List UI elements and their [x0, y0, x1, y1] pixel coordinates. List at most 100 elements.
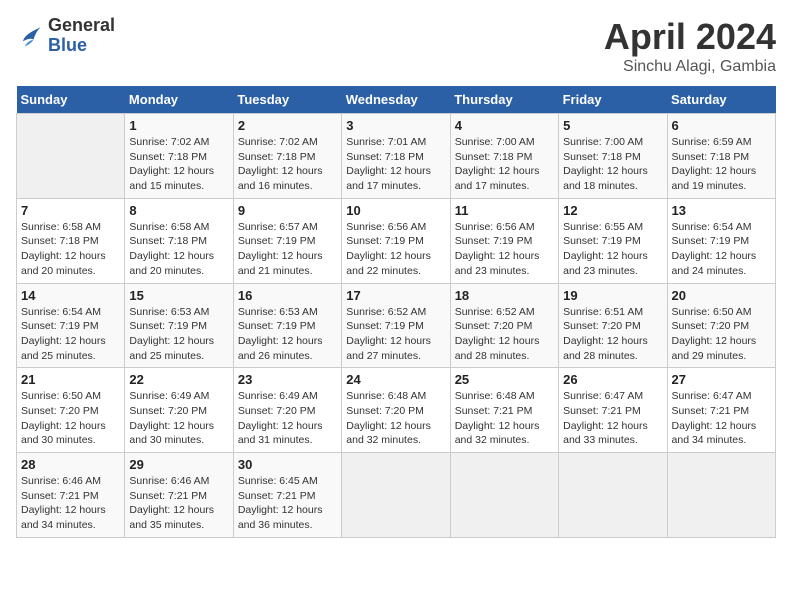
day-of-week-header: Saturday	[667, 86, 775, 114]
calendar-cell: 14Sunrise: 6:54 AMSunset: 7:19 PMDayligh…	[17, 283, 125, 368]
daylight-text: Daylight: 12 hours	[563, 249, 662, 264]
sunset-text: Sunset: 7:18 PM	[238, 150, 337, 165]
day-of-week-header: Friday	[559, 86, 667, 114]
day-detail: Sunrise: 6:55 AMSunset: 7:19 PMDaylight:…	[563, 220, 662, 279]
daylight-text: Daylight: 12 hours	[672, 164, 771, 179]
sunrise-text: Sunrise: 6:47 AM	[563, 389, 662, 404]
daylight-text: Daylight: 12 hours	[346, 164, 445, 179]
sunrise-text: Sunrise: 6:51 AM	[563, 305, 662, 320]
sunrise-text: Sunrise: 6:48 AM	[455, 389, 554, 404]
day-number: 20	[672, 288, 771, 303]
sunrise-text: Sunrise: 6:47 AM	[672, 389, 771, 404]
daylight-text-cont: and 29 minutes.	[672, 349, 771, 364]
logo-bird-icon	[16, 22, 44, 50]
day-detail: Sunrise: 6:53 AMSunset: 7:19 PMDaylight:…	[238, 305, 337, 364]
daylight-text-cont: and 18 minutes.	[563, 179, 662, 194]
sunset-text: Sunset: 7:18 PM	[129, 150, 228, 165]
daylight-text: Daylight: 12 hours	[21, 334, 120, 349]
daylight-text-cont: and 30 minutes.	[21, 433, 120, 448]
day-detail: Sunrise: 6:54 AMSunset: 7:19 PMDaylight:…	[672, 220, 771, 279]
sunset-text: Sunset: 7:18 PM	[346, 150, 445, 165]
sunrise-text: Sunrise: 6:58 AM	[21, 220, 120, 235]
sunset-text: Sunset: 7:18 PM	[21, 234, 120, 249]
day-number: 29	[129, 457, 228, 472]
sunrise-text: Sunrise: 6:49 AM	[238, 389, 337, 404]
day-number: 18	[455, 288, 554, 303]
day-detail: Sunrise: 6:59 AMSunset: 7:18 PMDaylight:…	[672, 135, 771, 194]
sunrise-text: Sunrise: 6:58 AM	[129, 220, 228, 235]
calendar-cell: 6 Sunrise: 6:59 AMSunset: 7:18 PMDaylight…	[667, 114, 775, 199]
sunrise-text: Sunrise: 6:46 AM	[21, 474, 120, 489]
sunset-text: Sunset: 7:19 PM	[21, 319, 120, 334]
sunrise-text: Sunrise: 6:54 AM	[21, 305, 120, 320]
day-detail: Sunrise: 7:00 AMSunset: 7:18 PMDaylight:…	[455, 135, 554, 194]
daylight-text: Daylight: 12 hours	[129, 419, 228, 434]
daylight-text: Daylight: 12 hours	[238, 503, 337, 518]
day-detail: Sunrise: 6:56 AMSunset: 7:19 PMDaylight:…	[346, 220, 445, 279]
day-number: 10	[346, 203, 445, 218]
sunset-text: Sunset: 7:19 PM	[238, 234, 337, 249]
daylight-text-cont: and 35 minutes.	[129, 518, 228, 533]
daylight-text-cont: and 34 minutes.	[21, 518, 120, 533]
calendar-cell: 23Sunrise: 6:49 AMSunset: 7:20 PMDayligh…	[233, 368, 341, 453]
sunrise-text: Sunrise: 7:02 AM	[129, 135, 228, 150]
sunset-text: Sunset: 7:19 PM	[455, 234, 554, 249]
calendar-cell: 29 Sunrise: 6:46 AMSunset: 7:21 PMDayligh…	[125, 453, 233, 538]
daylight-text-cont: and 30 minutes.	[129, 433, 228, 448]
daylight-text: Daylight: 12 hours	[238, 334, 337, 349]
daylight-text: Daylight: 12 hours	[346, 419, 445, 434]
daylight-text: Daylight: 12 hours	[21, 249, 120, 264]
day-number: 17	[346, 288, 445, 303]
daylight-text: Daylight: 12 hours	[672, 334, 771, 349]
daylight-text: Daylight: 12 hours	[455, 419, 554, 434]
sunrise-text: Sunrise: 6:48 AM	[346, 389, 445, 404]
sunset-text: Sunset: 7:19 PM	[238, 319, 337, 334]
sunset-text: Sunset: 7:19 PM	[346, 319, 445, 334]
daylight-text-cont: and 36 minutes.	[238, 518, 337, 533]
day-detail: Sunrise: 6:49 AMSunset: 7:20 PMDaylight:…	[129, 389, 228, 448]
sunset-text: Sunset: 7:21 PM	[455, 404, 554, 419]
day-number: 8	[129, 203, 228, 218]
sunset-text: Sunset: 7:21 PM	[21, 489, 120, 504]
day-detail: Sunrise: 7:00 AMSunset: 7:18 PMDaylight:…	[563, 135, 662, 194]
day-number: 24	[346, 372, 445, 387]
sunrise-text: Sunrise: 6:56 AM	[346, 220, 445, 235]
calendar-cell	[342, 453, 450, 538]
calendar-cell: 19Sunrise: 6:51 AMSunset: 7:20 PMDayligh…	[559, 283, 667, 368]
sunrise-text: Sunrise: 6:54 AM	[672, 220, 771, 235]
sunrise-text: Sunrise: 6:50 AM	[672, 305, 771, 320]
daylight-text-cont: and 22 minutes.	[346, 264, 445, 279]
calendar-week-row: 1Sunrise: 7:02 AMSunset: 7:18 PMDaylight…	[17, 114, 776, 199]
title-area: April 2024 Sinchu Alagi, Gambia	[604, 16, 776, 76]
calendar-cell: 1Sunrise: 7:02 AMSunset: 7:18 PMDaylight…	[125, 114, 233, 199]
day-detail: Sunrise: 6:52 AMSunset: 7:20 PMDaylight:…	[455, 305, 554, 364]
daylight-text: Daylight: 12 hours	[455, 164, 554, 179]
daylight-text: Daylight: 12 hours	[238, 419, 337, 434]
day-detail: Sunrise: 6:51 AMSunset: 7:20 PMDaylight:…	[563, 305, 662, 364]
sunset-text: Sunset: 7:21 PM	[238, 489, 337, 504]
calendar-header-row: SundayMondayTuesdayWednesdayThursdayFrid…	[17, 86, 776, 114]
calendar-cell: 22Sunrise: 6:49 AMSunset: 7:20 PMDayligh…	[125, 368, 233, 453]
day-of-week-header: Tuesday	[233, 86, 341, 114]
daylight-text-cont: and 34 minutes.	[672, 433, 771, 448]
day-number: 23	[238, 372, 337, 387]
page-header: General Blue April 2024 Sinchu Alagi, Ga…	[16, 16, 776, 76]
calendar-table: SundayMondayTuesdayWednesdayThursdayFrid…	[16, 86, 776, 538]
day-of-week-header: Wednesday	[342, 86, 450, 114]
daylight-text-cont: and 25 minutes.	[21, 349, 120, 364]
day-number: 3	[346, 118, 445, 133]
calendar-cell: 20 Sunrise: 6:50 AMSunset: 7:20 PMDayligh…	[667, 283, 775, 368]
calendar-cell: 4Sunrise: 7:00 AMSunset: 7:18 PMDaylight…	[450, 114, 558, 199]
day-number: 27	[672, 372, 771, 387]
sunset-text: Sunset: 7:19 PM	[672, 234, 771, 249]
daylight-text-cont: and 16 minutes.	[238, 179, 337, 194]
daylight-text: Daylight: 12 hours	[129, 503, 228, 518]
day-number: 6	[672, 118, 771, 133]
day-detail: Sunrise: 6:46 AMSunset: 7:21 PMDaylight:…	[129, 474, 228, 533]
daylight-text: Daylight: 12 hours	[21, 503, 120, 518]
daylight-text-cont: and 17 minutes.	[455, 179, 554, 194]
daylight-text-cont: and 28 minutes.	[455, 349, 554, 364]
daylight-text: Daylight: 12 hours	[129, 249, 228, 264]
calendar-cell: 28Sunrise: 6:46 AMSunset: 7:21 PMDayligh…	[17, 453, 125, 538]
sunset-text: Sunset: 7:20 PM	[672, 319, 771, 334]
